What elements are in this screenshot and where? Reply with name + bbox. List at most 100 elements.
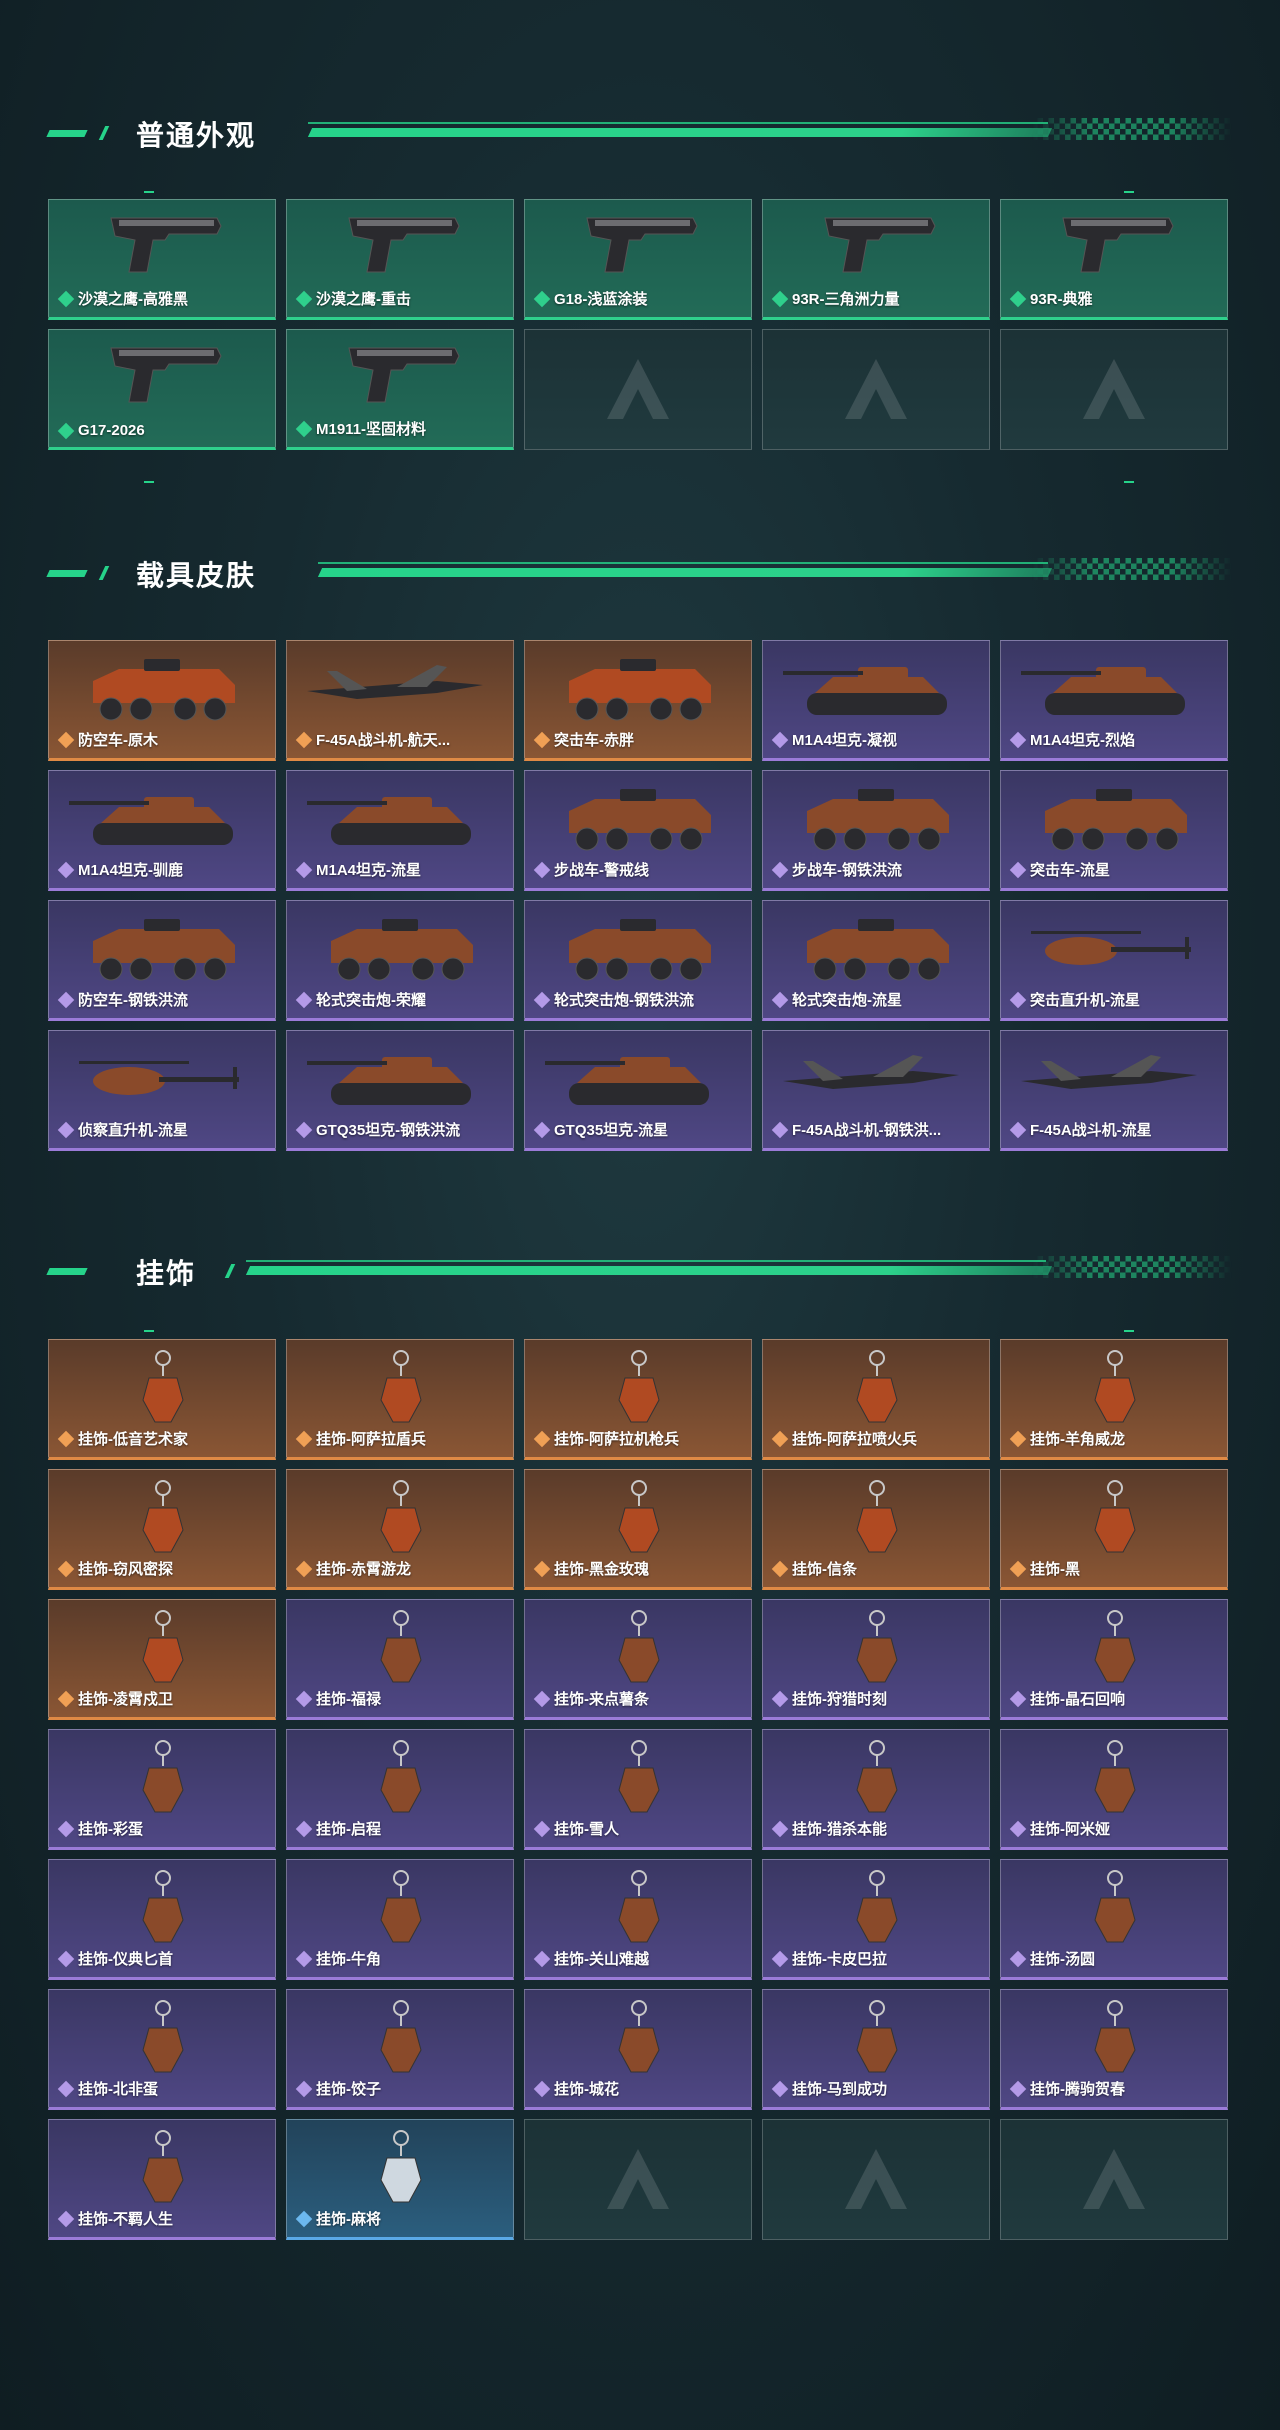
item-card[interactable]: 挂饰-信条	[762, 1469, 990, 1590]
header-slash	[98, 126, 110, 140]
item-name: 挂饰-羊角威龙	[1030, 1431, 1125, 1448]
item-card[interactable]: 挂饰-阿米娅	[1000, 1729, 1228, 1850]
item-card[interactable]: M1A4坦克-烈焰	[1000, 640, 1228, 761]
charm-icon	[142, 1610, 184, 1683]
item-card[interactable]: 沙漠之鹰-重击	[286, 199, 514, 320]
item-label: M1A4坦克-流星	[295, 859, 421, 880]
item-label: 挂饰-腾驹贺春	[1009, 2078, 1125, 2099]
item-name: 挂饰-黑金玫瑰	[554, 1561, 649, 1578]
item-card[interactable]: 挂饰-赤霄游龙	[286, 1469, 514, 1590]
jet-icon	[783, 1055, 959, 1089]
charm-icon	[1094, 1870, 1136, 1943]
item-card[interactable]: GTQ35坦克-钢铁洪流	[286, 1030, 514, 1151]
item-card[interactable]: 挂饰-启程	[286, 1729, 514, 1850]
item-card[interactable]: 挂饰-牛角	[286, 1859, 514, 1980]
item-card[interactable]: 挂饰-仪典匕首	[48, 1859, 276, 1980]
item-label: 突击车-赤胖	[533, 729, 634, 750]
item-name: 挂饰-关山难越	[554, 1951, 649, 1968]
item-card[interactable]: 挂饰-雪人	[524, 1729, 752, 1850]
item-card[interactable]: 挂饰-彩蛋	[48, 1729, 276, 1850]
item-card[interactable]: 挂饰-关山难越	[524, 1859, 752, 1980]
item-card[interactable]: 挂饰-窃风密探	[48, 1469, 276, 1590]
item-card[interactable]: 挂饰-阿萨拉机枪兵	[524, 1339, 752, 1460]
logo-watermark-icon	[1083, 358, 1145, 419]
rarity-icon	[295, 1690, 313, 1707]
item-card[interactable]: 步战车-警戒线	[524, 770, 752, 891]
item-card[interactable]: G17-2026	[48, 329, 276, 450]
item-card[interactable]: 步战车-钢铁洪流	[762, 770, 990, 891]
armored-vehicle-icon	[93, 659, 235, 721]
item-label: 挂饰-阿萨拉盾兵	[295, 1428, 426, 1449]
item-name: G18-浅蓝涂装	[554, 291, 648, 308]
item-card[interactable]: 挂饰-不羁人生	[48, 2119, 276, 2240]
item-card[interactable]: 93R-典雅	[1000, 199, 1228, 320]
item-card[interactable]: 93R-三角洲力量	[762, 199, 990, 320]
item-card[interactable]: 挂饰-黑金玫瑰	[524, 1469, 752, 1590]
item-card[interactable]: 挂饰-麻将	[286, 2119, 514, 2240]
item-card[interactable]: 挂饰-腾驹贺春	[1000, 1989, 1228, 2110]
item-card[interactable]: 挂饰-北非蛋	[48, 1989, 276, 2110]
item-card[interactable]: 沙漠之鹰-高雅黑	[48, 199, 276, 320]
weapons-grid: 沙漠之鹰-高雅黑 沙漠之鹰-重击 G18-浅蓝涂装 93R-三角洲力量 93R-典雅 G1…	[48, 199, 1228, 450]
rarity-icon	[57, 1560, 75, 1577]
item-card[interactable]: F-45A战斗机-航天...	[286, 640, 514, 761]
item-label: 挂饰-来点薯条	[533, 1688, 649, 1709]
item-card[interactable]: 挂饰-阿萨拉喷火兵	[762, 1339, 990, 1460]
item-card[interactable]: 防空车-钢铁洪流	[48, 900, 276, 1021]
item-card[interactable]: GTQ35坦克-流星	[524, 1030, 752, 1151]
item-card[interactable]: 挂饰-马到成功	[762, 1989, 990, 2110]
item-card[interactable]: 挂饰-阿萨拉盾兵	[286, 1339, 514, 1460]
corner-mark	[1124, 481, 1134, 483]
rarity-icon	[771, 861, 789, 878]
item-card[interactable]: 挂饰-城花	[524, 1989, 752, 2110]
rarity-icon	[57, 290, 75, 307]
rarity-icon	[771, 1690, 789, 1707]
item-card[interactable]: 挂饰-福禄	[286, 1599, 514, 1720]
item-card[interactable]: 挂饰-羊角威龙	[1000, 1339, 1228, 1460]
item-name: 挂饰-马到成功	[792, 2081, 887, 2098]
charm-icon	[856, 1480, 898, 1553]
item-card[interactable]: 挂饰-晶石回响	[1000, 1599, 1228, 1720]
item-card[interactable]: 挂饰-黑	[1000, 1469, 1228, 1590]
item-card[interactable]: 挂饰-饺子	[286, 1989, 514, 2110]
item-card[interactable]: 挂饰-来点薯条	[524, 1599, 752, 1720]
item-card[interactable]: M1A4坦克-凝视	[762, 640, 990, 761]
section-title: 挂饰	[136, 1258, 197, 1289]
item-card[interactable]: 突击车-赤胖	[524, 640, 752, 761]
item-card[interactable]: 挂饰-凌霄戍卫	[48, 1599, 276, 1720]
item-label: 挂饰-羊角威龙	[1009, 1428, 1125, 1449]
charm-icon	[142, 1870, 184, 1943]
header-accent-bar	[46, 570, 88, 577]
item-card[interactable]: F-45A战斗机-流星	[1000, 1030, 1228, 1151]
corner-mark	[1124, 1330, 1134, 1332]
item-card[interactable]: 挂饰-低音艺术家	[48, 1339, 276, 1460]
item-card[interactable]: 突击车-流星	[1000, 770, 1228, 891]
item-label: 挂饰-关山难越	[533, 1948, 649, 1969]
item-card[interactable]: 防空车-原木	[48, 640, 276, 761]
rarity-icon	[295, 1560, 313, 1577]
rarity-icon	[57, 422, 75, 439]
item-card[interactable]: 挂饰-卡皮巴拉	[762, 1859, 990, 1980]
item-card[interactable]: M1A4坦克-驯鹿	[48, 770, 276, 891]
item-name: 突击车-赤胖	[554, 732, 634, 749]
charm-icon	[142, 2000, 184, 2073]
assault-car-icon	[1045, 789, 1187, 851]
item-card[interactable]: 突击直升机-流星	[1000, 900, 1228, 1021]
item-card[interactable]: 挂饰-狩猎时刻	[762, 1599, 990, 1720]
item-card[interactable]: F-45A战斗机-钢铁洪...	[762, 1030, 990, 1151]
item-card[interactable]: 侦察直升机-流星	[48, 1030, 276, 1151]
item-name: 挂饰-北非蛋	[78, 2081, 158, 2098]
item-card[interactable]: 轮式突击炮-流星	[762, 900, 990, 1021]
item-card[interactable]: 轮式突击炮-荣耀	[286, 900, 514, 1021]
item-card[interactable]: 挂饰-汤圆	[1000, 1859, 1228, 1980]
rarity-icon	[771, 290, 789, 307]
rarity-icon	[533, 731, 551, 748]
item-card[interactable]: M1A4坦克-流星	[286, 770, 514, 891]
item-card[interactable]: 挂饰-猎杀本能	[762, 1729, 990, 1850]
pistol-icon	[1062, 217, 1174, 273]
item-label: 挂饰-北非蛋	[57, 2078, 158, 2099]
item-card[interactable]: 轮式突击炮-钢铁洪流	[524, 900, 752, 1021]
item-card[interactable]: G18-浅蓝涂装	[524, 199, 752, 320]
item-card[interactable]: M1911-坚固材料	[286, 329, 514, 450]
rarity-icon	[295, 1820, 313, 1837]
